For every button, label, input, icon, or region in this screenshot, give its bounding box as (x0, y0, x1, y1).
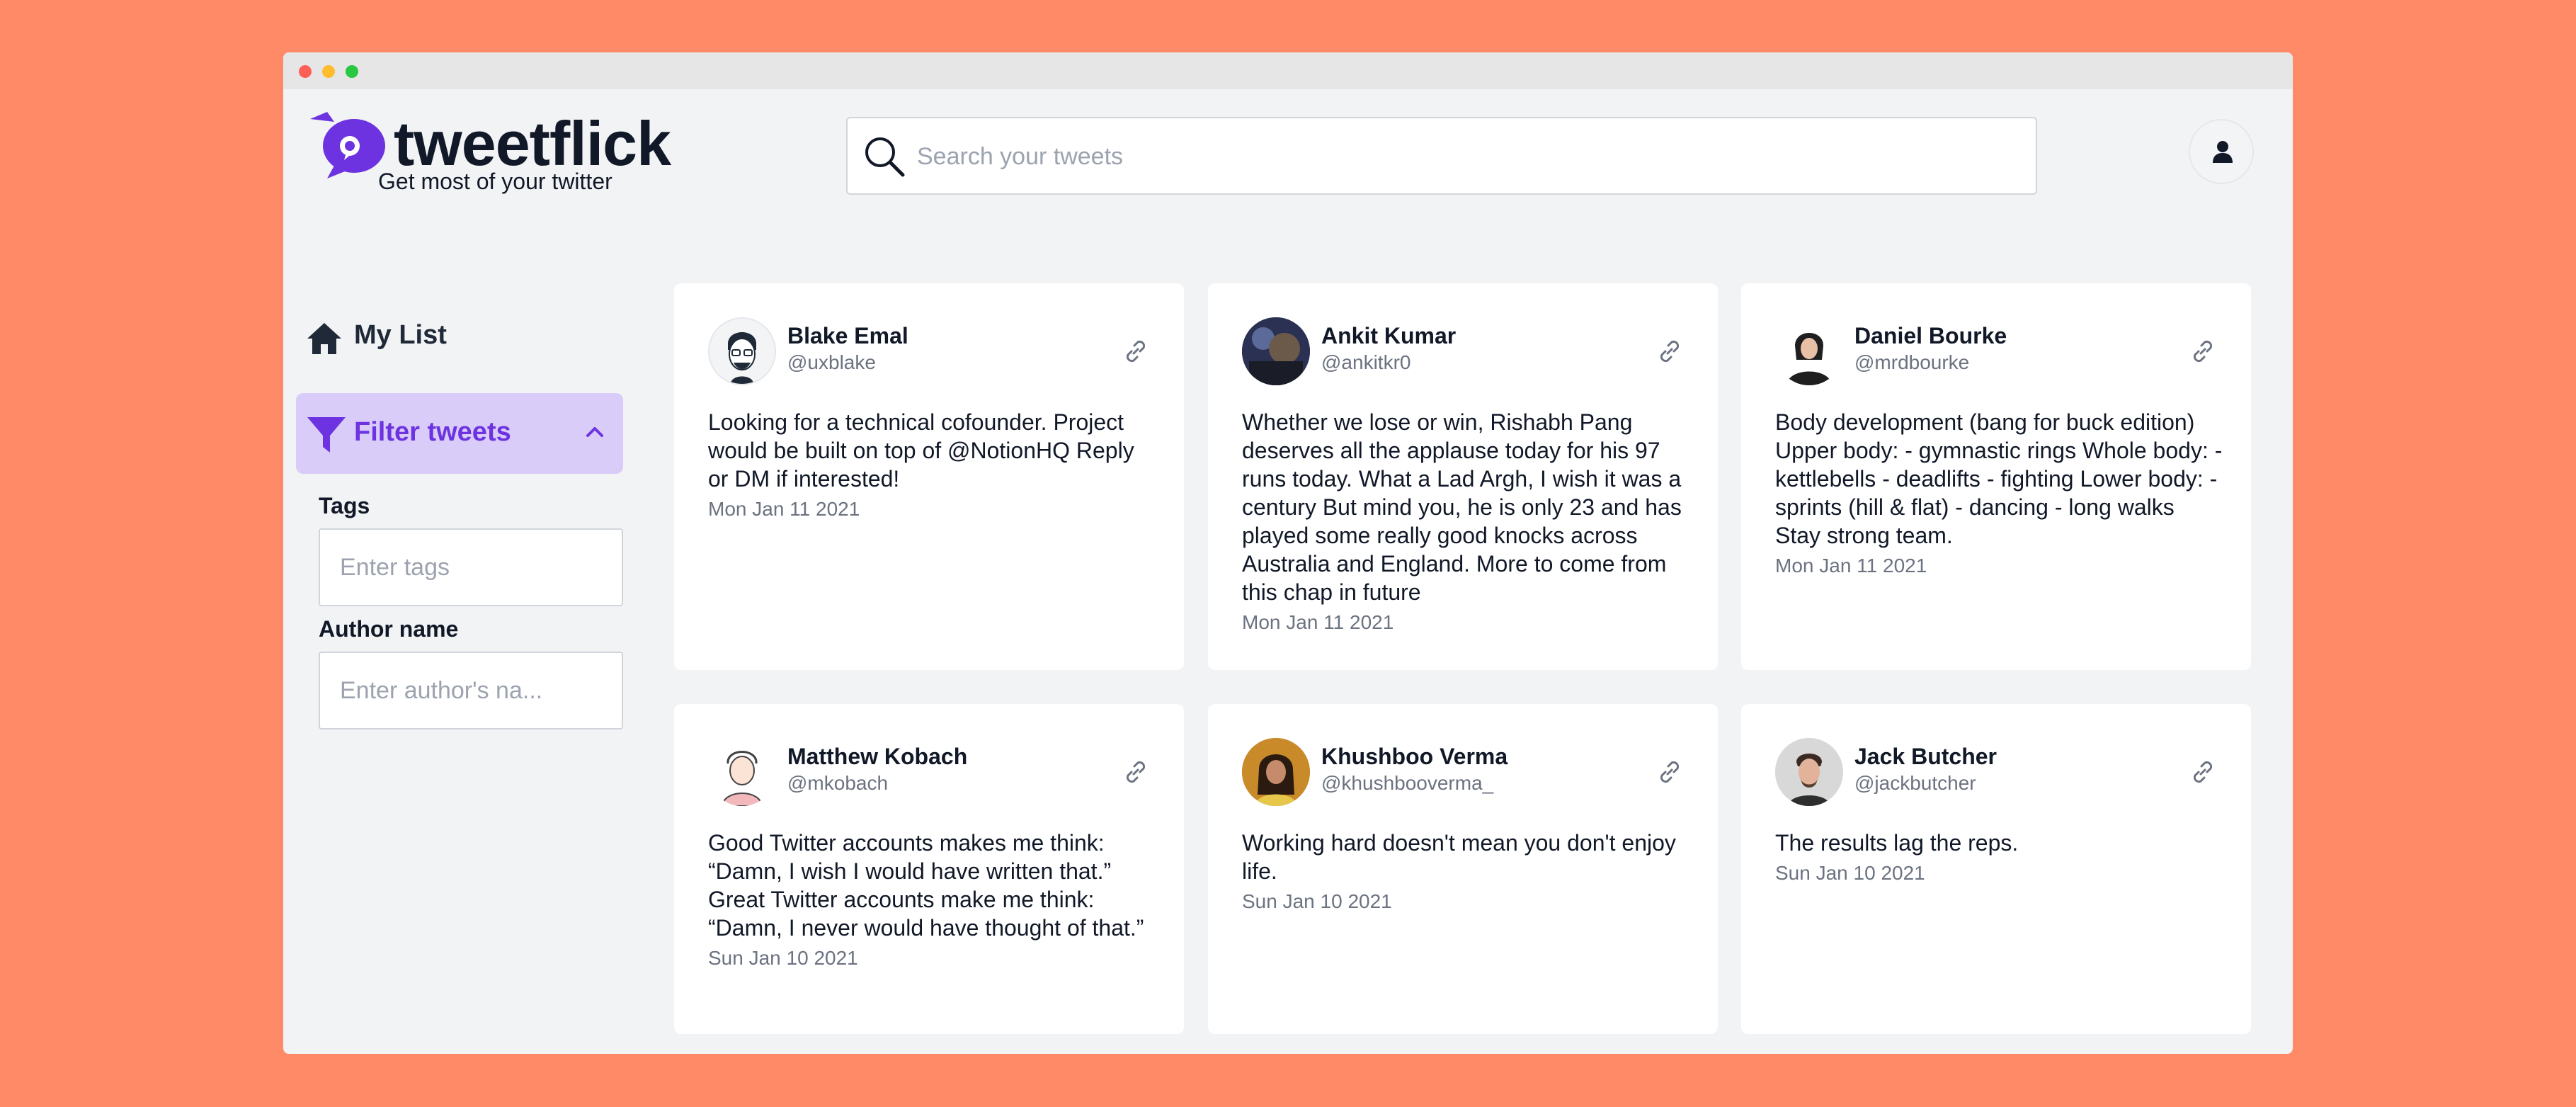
filter-tweets-toggle[interactable]: Filter tweets (296, 393, 623, 474)
chevron-up-icon (586, 427, 603, 437)
tweet-card[interactable]: Matthew Kobach @mkobach Good Twitter acc… (674, 704, 1184, 1034)
link-icon[interactable] (2189, 758, 2217, 786)
avatar (1775, 317, 1843, 385)
tweet-text: Good Twitter accounts makes me think: “D… (708, 830, 1144, 941)
tweet-text: Looking for a technical cofounder. Proje… (708, 409, 1134, 492)
tweet-date: Mon Jan 11 2021 (1242, 611, 1394, 633)
author-name-label: Author name (319, 616, 459, 642)
avatar (1242, 738, 1310, 806)
link-icon[interactable] (2189, 337, 2217, 365)
avatar (1775, 738, 1843, 806)
window-titlebar (283, 52, 2293, 89)
search-icon (865, 137, 905, 177)
filter-tweets-label: Filter tweets (354, 417, 511, 447)
user-icon (2213, 141, 2233, 163)
author-handle: @khushbooverma_ (1321, 772, 1494, 794)
tweet-card[interactable]: Ankit Kumar @ankitkr0 Whether we lose or… (1208, 283, 1718, 670)
author-handle: @ankitkr0 (1321, 351, 1411, 373)
tweet-date: Mon Jan 11 2021 (708, 498, 860, 520)
author-handle: @jackbutcher (1854, 772, 1976, 794)
link-icon[interactable] (1655, 337, 1684, 365)
tweet-date: Sun Jan 10 2021 (708, 947, 858, 969)
tweet-text: Whether we lose or win, Rishabh Pang des… (1242, 409, 1682, 605)
app-tagline: Get most of your twitter (378, 169, 612, 194)
maximize-window-button[interactable] (346, 65, 358, 78)
search-input[interactable] (916, 132, 2009, 181)
link-icon[interactable] (1655, 758, 1684, 786)
my-list-label: My List (354, 320, 447, 350)
author-handle: @mkobach (787, 772, 889, 794)
browser-window: tweetflick Get most of your twitter My L… (283, 52, 2293, 1054)
close-window-button[interactable] (299, 65, 312, 78)
tags-label: Tags (319, 493, 370, 518)
link-icon[interactable] (1122, 337, 1150, 365)
author-handle: @uxblake (787, 351, 876, 373)
app-logo[interactable]: tweetflick Get most of your twitter (306, 108, 702, 215)
avatar (708, 738, 776, 806)
author-name: Blake Emal (787, 323, 908, 348)
search-bar[interactable] (846, 117, 2037, 195)
author-name: Matthew Kobach (787, 744, 968, 769)
author-name: Jack Butcher (1854, 744, 1997, 769)
tweet-card[interactable]: Daniel Bourke @mrdbourke Body developmen… (1741, 283, 2251, 670)
author-name-input[interactable] (319, 652, 623, 730)
tweet-card[interactable]: Khushboo Verma @khushbooverma_ Working h… (1208, 704, 1718, 1034)
profile-button[interactable] (2189, 119, 2254, 184)
link-icon[interactable] (1122, 758, 1150, 786)
author-handle: @mrdbourke (1854, 351, 1970, 373)
tweet-card[interactable]: Jack Butcher @jackbutcher The results la… (1741, 704, 2251, 1034)
filter-icon (307, 417, 346, 453)
minimize-window-button[interactable] (322, 65, 335, 78)
tweet-text: Working hard doesn't mean you don't enjo… (1242, 830, 1676, 884)
tweet-card[interactable]: Blake Emal @uxblake Looking for a techni… (674, 283, 1184, 670)
tweet-date: Sun Jan 10 2021 (1242, 890, 1392, 912)
author-name: Khushboo Verma (1321, 744, 1508, 769)
avatar (708, 317, 776, 385)
home-icon (307, 323, 341, 354)
tweetflick-logo-icon (310, 112, 385, 178)
tweet-date: Mon Jan 11 2021 (1775, 555, 1927, 577)
tags-input[interactable] (319, 528, 623, 606)
avatar (1242, 317, 1310, 385)
tweet-text: Body development (bang for buck edition)… (1775, 409, 2223, 548)
author-name: Daniel Bourke (1854, 323, 2007, 348)
tweet-date: Sun Jan 10 2021 (1775, 862, 1925, 884)
author-name: Ankit Kumar (1321, 323, 1457, 348)
sidebar-item-my-list[interactable]: My List (306, 316, 632, 363)
tweet-text: The results lag the reps. (1775, 830, 2019, 856)
